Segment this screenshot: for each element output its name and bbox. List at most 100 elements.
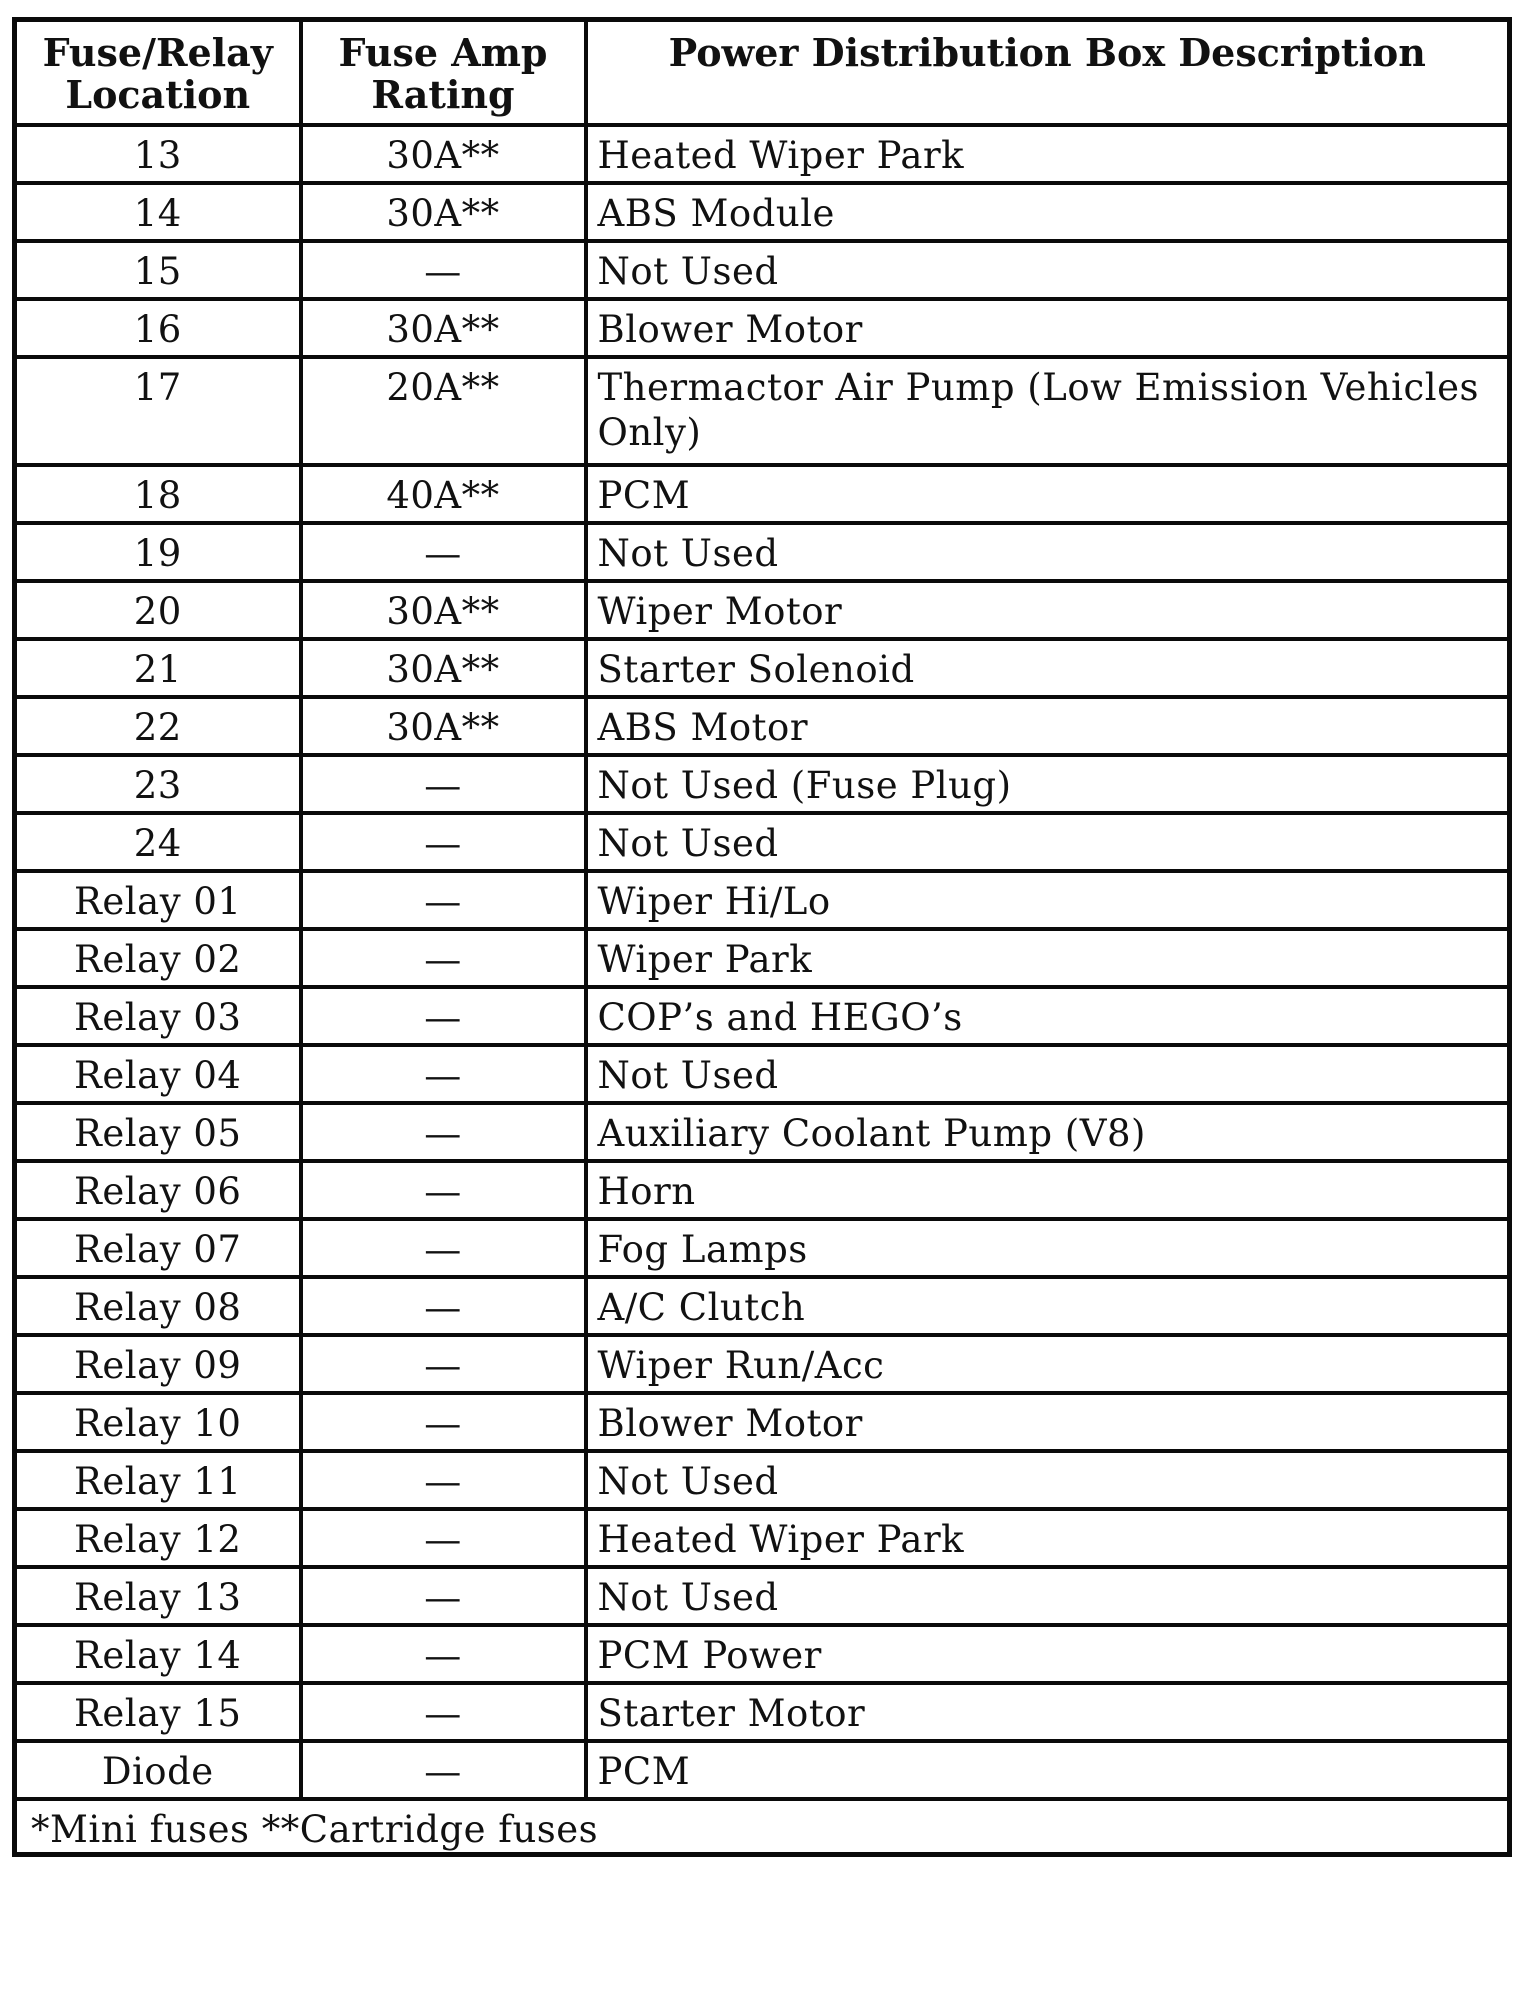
table-row: 14 30A** ABS Module	[12, 180, 1512, 243]
cell-description: Wiper Motor	[583, 578, 1512, 641]
table-row: Relay 06— Horn	[12, 1158, 1512, 1221]
cell-amp-rating: —	[298, 1390, 588, 1453]
cell-location: Relay 03	[12, 984, 303, 1047]
cell-description: Not Used	[583, 810, 1512, 873]
table-row: 15— Not Used	[12, 238, 1512, 301]
cell-description: Wiper Park	[583, 926, 1512, 989]
cell-location: Relay 06	[12, 1158, 303, 1221]
cell-description: A/C Clutch	[583, 1274, 1512, 1337]
table-row: 18 40A** PCM	[12, 462, 1512, 525]
cell-location: 14	[12, 180, 303, 243]
fuse-relay-table: Fuse/Relay Location Fuse Amp Rating Powe…	[12, 17, 1512, 1857]
cell-amp-rating: —	[298, 926, 588, 989]
cell-amp-rating: —	[298, 1100, 588, 1163]
cell-description: Blower Motor	[583, 1390, 1512, 1453]
cell-description: Not Used	[583, 238, 1512, 301]
cell-amp-rating: —	[298, 868, 588, 931]
cell-location: 21	[12, 636, 303, 699]
table-row: 23— Not Used (Fuse Plug)	[12, 752, 1512, 815]
cell-location: Relay 02	[12, 926, 303, 989]
cell-location: Relay 08	[12, 1274, 303, 1337]
cell-amp-rating: 40A**	[298, 462, 588, 525]
cell-location: Diode	[12, 1738, 303, 1801]
cell-amp-rating: —	[298, 1738, 588, 1801]
cell-amp-rating: —	[298, 1506, 588, 1569]
table-body: 13 30A** Heated Wiper Park 14 30A** ABS Modul…	[12, 122, 1512, 1801]
cell-location: 19	[12, 520, 303, 583]
table-row: Relay 05— Auxiliary Coolant Pump (V8)	[12, 1100, 1512, 1163]
cell-description: Not Used	[583, 1042, 1512, 1105]
cell-amp-rating: —	[298, 1622, 588, 1685]
table-row: 17 20A** Thermactor Air Pump (Low Emission…	[12, 354, 1512, 467]
cell-description: Wiper Hi/Lo	[583, 868, 1512, 931]
cell-description: Horn	[583, 1158, 1512, 1221]
table-row: Relay 08— A/C Clutch	[12, 1274, 1512, 1337]
header-description: Power Distribution Box Description	[668, 30, 1426, 75]
table-row: Relay 03— COP’s and HEGO’s	[12, 984, 1512, 1047]
cell-description: Not Used	[583, 1448, 1512, 1511]
cell-amp-rating: 30A**	[298, 296, 588, 359]
cell-description: Starter Motor	[583, 1680, 1512, 1743]
cell-location: Relay 14	[12, 1622, 303, 1685]
table-row: 16 30A** Blower Motor	[12, 296, 1512, 359]
table-row: Relay 14— PCM Power	[12, 1622, 1512, 1685]
table-row: Relay 12— Heated Wiper Park	[12, 1506, 1512, 1569]
table-row: Diode — PCM	[12, 1738, 1512, 1801]
cell-description: Heated Wiper Park	[583, 1506, 1512, 1569]
cell-amp-rating: —	[298, 810, 588, 873]
cell-description: Thermactor Air Pump (Low Emission Vehicl…	[583, 354, 1512, 467]
cell-location: Relay 12	[12, 1506, 303, 1569]
header-location-line2: Location	[65, 72, 251, 117]
cell-location: 24	[12, 810, 303, 873]
cell-description: ABS Module	[583, 180, 1512, 243]
cell-amp-rating: 20A**	[298, 354, 588, 467]
cell-location: 15	[12, 238, 303, 301]
cell-amp-rating: —	[298, 1564, 588, 1627]
header-rating-line1: Fuse Amp	[338, 30, 548, 75]
column-header-location: Fuse/Relay Location	[12, 17, 303, 127]
table-row: Relay 01— Wiper Hi/Lo	[12, 868, 1512, 931]
table-row: Relay 09— Wiper Run/Acc	[12, 1332, 1512, 1395]
cell-location: Relay 05	[12, 1100, 303, 1163]
table-row: Relay 07— Fog Lamps	[12, 1216, 1512, 1279]
table-row: 13 30A** Heated Wiper Park	[12, 122, 1512, 185]
cell-amp-rating: —	[298, 752, 588, 815]
cell-description: PCM	[583, 1738, 1512, 1801]
table-row: Relay 13— Not Used	[12, 1564, 1512, 1627]
cell-amp-rating: 30A**	[298, 578, 588, 641]
cell-amp-rating: —	[298, 1042, 588, 1105]
cell-location: 18	[12, 462, 303, 525]
cell-location: Relay 04	[12, 1042, 303, 1105]
cell-description: Wiper Run/Acc	[583, 1332, 1512, 1395]
cell-description: Not Used (Fuse Plug)	[583, 752, 1512, 815]
cell-amp-rating: —	[298, 1332, 588, 1395]
cell-amp-rating: —	[298, 1680, 588, 1743]
cell-location: Relay 13	[12, 1564, 303, 1627]
table-row: 24— Not Used	[12, 810, 1512, 873]
header-location-line1: Fuse/Relay	[42, 30, 273, 75]
cell-location: Relay 11	[12, 1448, 303, 1511]
cell-amp-rating: 30A**	[298, 122, 588, 185]
cell-location: Relay 10	[12, 1390, 303, 1453]
footnote-row: *Mini fuses **Cartridge fuses	[12, 1796, 1512, 1857]
cell-amp-rating: —	[298, 1216, 588, 1279]
cell-description: COP’s and HEGO’s	[583, 984, 1512, 1047]
cell-location: 23	[12, 752, 303, 815]
cell-amp-rating: —	[298, 520, 588, 583]
table-row: Relay 11— Not Used	[12, 1448, 1512, 1511]
cell-description: Blower Motor	[583, 296, 1512, 359]
table-row: Relay 04— Not Used	[12, 1042, 1512, 1105]
table-row: 20 30A** Wiper Motor	[12, 578, 1512, 641]
cell-amp-rating: 30A**	[298, 636, 588, 699]
cell-description: Heated Wiper Park	[583, 122, 1512, 185]
column-header-rating: Fuse Amp Rating	[298, 17, 588, 127]
cell-description: PCM Power	[583, 1622, 1512, 1685]
cell-amp-rating: —	[298, 1158, 588, 1221]
table-row: Relay 15— Starter Motor	[12, 1680, 1512, 1743]
cell-description: Starter Solenoid	[583, 636, 1512, 699]
column-header-description: Power Distribution Box Description	[583, 17, 1512, 127]
cell-location: 22	[12, 694, 303, 757]
cell-location: Relay 15	[12, 1680, 303, 1743]
cell-amp-rating: 30A**	[298, 180, 588, 243]
footnote: *Mini fuses **Cartridge fuses	[12, 1796, 1512, 1857]
